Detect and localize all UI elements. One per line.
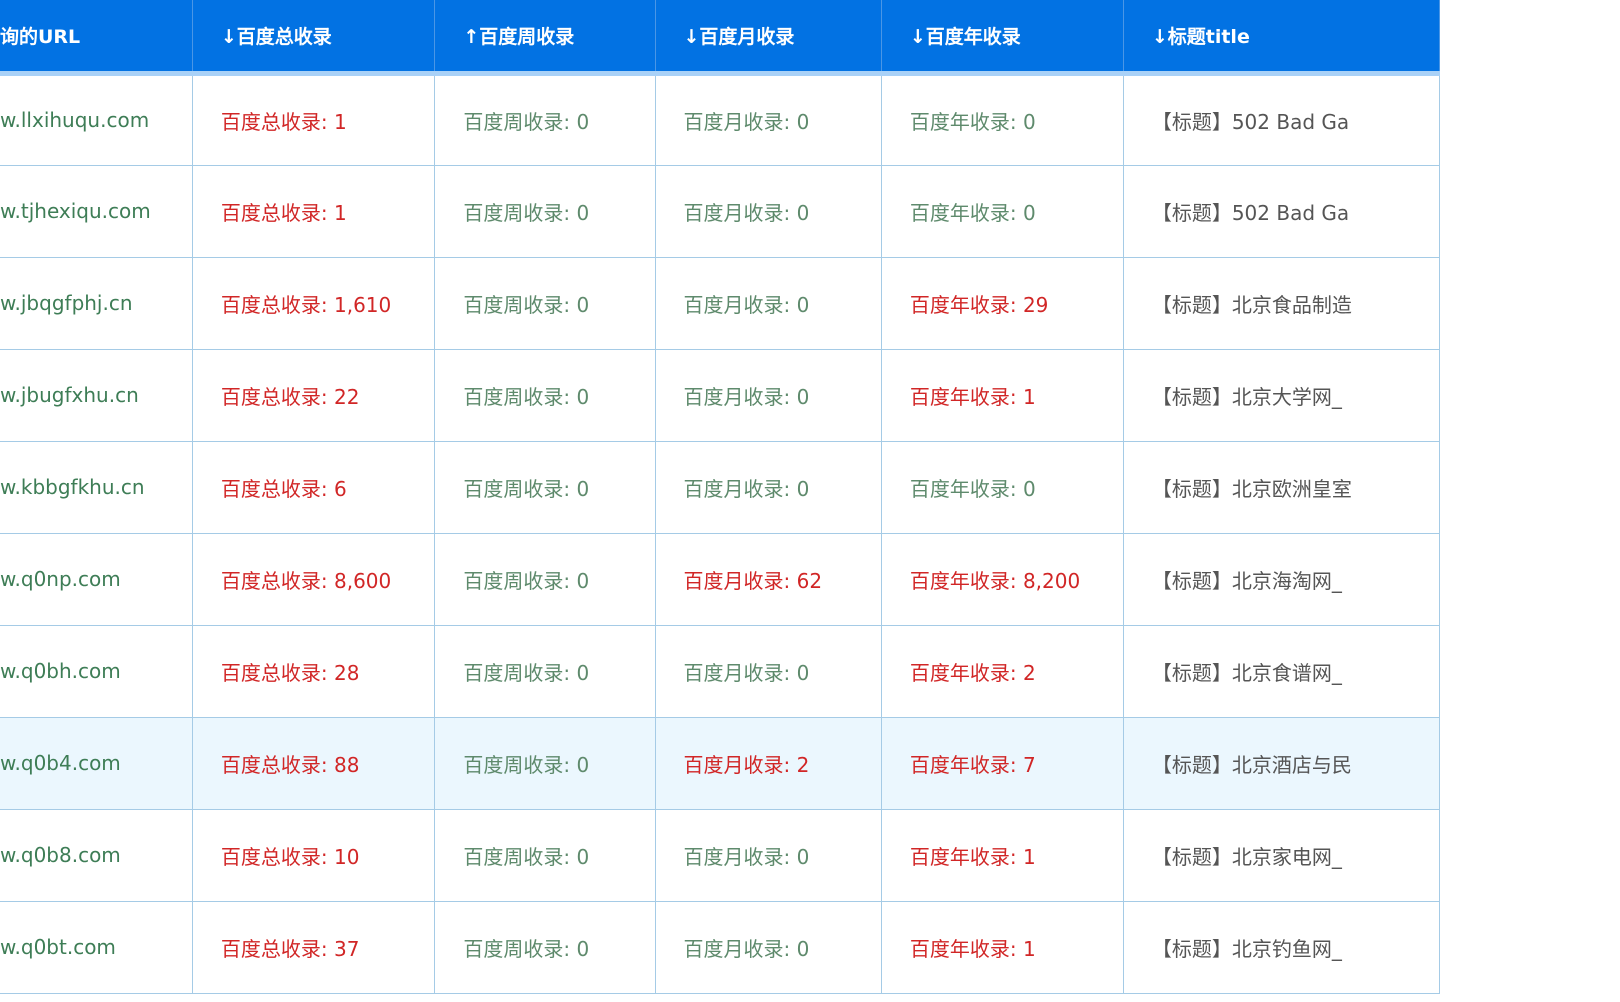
total-count-cell: 百度总收录: 6 xyxy=(192,441,436,534)
week-count-cell: 百度周收录: 0 xyxy=(434,165,656,258)
month-count-cell: 百度月收录: 0 xyxy=(655,349,882,442)
table-row: w.jbugfxhu.cn 百度总收录: 22 百度周收录: 0 百度月收录: … xyxy=(0,349,1441,442)
table-row: w.q0b8.com 百度总收录: 10 百度周收录: 0 百度月收录: 0 百… xyxy=(0,809,1441,902)
week-count-cell: 百度周收录: 0 xyxy=(434,73,656,166)
year-count-cell: 百度年收录: 0 xyxy=(881,165,1124,258)
header-sort-title[interactable]: ↓标题title xyxy=(1123,0,1441,76)
total-count-cell: 百度总收录: 37 xyxy=(192,901,436,994)
url-cell[interactable]: w.llxihuqu.com xyxy=(0,73,193,166)
week-count-cell: 百度周收录: 0 xyxy=(434,717,656,810)
week-count-cell: 百度周收录: 0 xyxy=(434,257,656,350)
total-count-cell: 百度总收录: 28 xyxy=(192,625,436,718)
title-cell: 【标题】北京欧洲皇室 xyxy=(1123,441,1441,534)
title-cell: 【标题】北京家电网_ xyxy=(1123,809,1441,902)
year-count-cell: 百度年收录: 0 xyxy=(881,441,1124,534)
results-table: 询的URL ↓百度总收录 ↑百度周收录 ↓百度月收录 ↓百度年收录 ↓标题tit… xyxy=(0,0,1441,994)
month-count-cell: 百度月收录: 0 xyxy=(655,441,882,534)
week-count-cell: 百度周收录: 0 xyxy=(434,441,656,534)
header-sort-year[interactable]: ↓百度年收录 xyxy=(881,0,1124,76)
week-count-cell: 百度周收录: 0 xyxy=(434,625,656,718)
year-count-cell: 百度年收录: 1 xyxy=(881,809,1124,902)
year-count-cell: 百度年收录: 0 xyxy=(881,73,1124,166)
header-url[interactable]: 询的URL xyxy=(0,0,193,76)
url-cell[interactable]: w.kbbgfkhu.cn xyxy=(0,441,193,534)
month-count-cell: 百度月收录: 0 xyxy=(655,625,882,718)
table-row: w.jbqgfphj.cn 百度总收录: 1,610 百度周收录: 0 百度月收… xyxy=(0,257,1441,350)
url-cell[interactable]: w.jbqgfphj.cn xyxy=(0,257,193,350)
year-count-cell: 百度年收录: 1 xyxy=(881,901,1124,994)
month-count-cell: 百度月收录: 0 xyxy=(655,901,882,994)
table-row: w.tjhexiqu.com 百度总收录: 1 百度周收录: 0 百度月收录: … xyxy=(0,165,1441,258)
month-count-cell: 百度月收录: 2 xyxy=(655,717,882,810)
month-count-cell: 百度月收录: 0 xyxy=(655,809,882,902)
title-cell: 【标题】北京食品制造 xyxy=(1123,257,1441,350)
total-count-cell: 百度总收录: 22 xyxy=(192,349,436,442)
header-sort-total[interactable]: ↓百度总收录 xyxy=(192,0,436,76)
table-row: w.llxihuqu.com 百度总收录: 1 百度周收录: 0 百度月收录: … xyxy=(0,73,1441,166)
month-count-cell: 百度月收录: 0 xyxy=(655,165,882,258)
url-cell[interactable]: w.q0bh.com xyxy=(0,625,193,718)
year-count-cell: 百度年收录: 7 xyxy=(881,717,1124,810)
table-body: w.llxihuqu.com 百度总收录: 1 百度周收录: 0 百度月收录: … xyxy=(0,73,1441,994)
total-count-cell: 百度总收录: 1 xyxy=(192,73,436,166)
title-cell: 【标题】502 Bad Ga xyxy=(1123,165,1441,258)
url-cell[interactable]: w.q0b4.com xyxy=(0,717,193,810)
table-row: w.q0b4.com 百度总收录: 88 百度周收录: 0 百度月收录: 2 百… xyxy=(0,717,1441,810)
month-count-cell: 百度月收录: 0 xyxy=(655,73,882,166)
table-row: w.q0np.com 百度总收录: 8,600 百度周收录: 0 百度月收录: … xyxy=(0,533,1441,626)
total-count-cell: 百度总收录: 8,600 xyxy=(192,533,436,626)
year-count-cell: 百度年收录: 8,200 xyxy=(881,533,1124,626)
title-cell: 【标题】北京大学网_ xyxy=(1123,349,1441,442)
week-count-cell: 百度周收录: 0 xyxy=(434,809,656,902)
week-count-cell: 百度周收录: 0 xyxy=(434,533,656,626)
total-count-cell: 百度总收录: 1 xyxy=(192,165,436,258)
url-cell[interactable]: w.q0b8.com xyxy=(0,809,193,902)
week-count-cell: 百度周收录: 0 xyxy=(434,901,656,994)
title-cell: 【标题】北京钓鱼网_ xyxy=(1123,901,1441,994)
header-sort-week[interactable]: ↑百度周收录 xyxy=(434,0,656,76)
total-count-cell: 百度总收录: 88 xyxy=(192,717,436,810)
results-table-viewport[interactable]: 询的URL ↓百度总收录 ↑百度周收录 ↓百度月收录 ↓百度年收录 ↓标题tit… xyxy=(0,0,1620,1002)
table-header: 询的URL ↓百度总收录 ↑百度周收录 ↓百度月收录 ↓百度年收录 ↓标题tit… xyxy=(0,0,1441,76)
total-count-cell: 百度总收录: 10 xyxy=(192,809,436,902)
month-count-cell: 百度月收录: 62 xyxy=(655,533,882,626)
title-cell: 【标题】北京海淘网_ xyxy=(1123,533,1441,626)
url-cell[interactable]: w.q0np.com xyxy=(0,533,193,626)
month-count-cell: 百度月收录: 0 xyxy=(655,257,882,350)
title-cell: 【标题】北京酒店与民 xyxy=(1123,717,1441,810)
title-cell: 【标题】北京食谱网_ xyxy=(1123,625,1441,718)
title-cell: 【标题】502 Bad Ga xyxy=(1123,73,1441,166)
year-count-cell: 百度年收录: 2 xyxy=(881,625,1124,718)
url-cell[interactable]: w.jbugfxhu.cn xyxy=(0,349,193,442)
table-row: w.kbbgfkhu.cn 百度总收录: 6 百度周收录: 0 百度月收录: 0… xyxy=(0,441,1441,534)
url-cell[interactable]: w.q0bt.com xyxy=(0,901,193,994)
header-sort-month[interactable]: ↓百度月收录 xyxy=(655,0,882,76)
year-count-cell: 百度年收录: 29 xyxy=(881,257,1124,350)
url-cell[interactable]: w.tjhexiqu.com xyxy=(0,165,193,258)
week-count-cell: 百度周收录: 0 xyxy=(434,349,656,442)
year-count-cell: 百度年收录: 1 xyxy=(881,349,1124,442)
total-count-cell: 百度总收录: 1,610 xyxy=(192,257,436,350)
table-row: w.q0bh.com 百度总收录: 28 百度周收录: 0 百度月收录: 0 百… xyxy=(0,625,1441,718)
table-row: w.q0bt.com 百度总收录: 37 百度周收录: 0 百度月收录: 0 百… xyxy=(0,901,1441,994)
